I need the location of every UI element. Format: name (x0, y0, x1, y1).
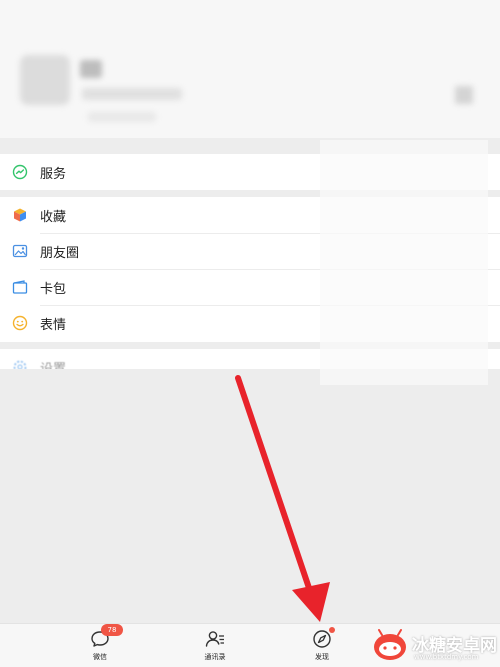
menu-item-label: 朋友圈 (40, 245, 80, 261)
menu-item-label: 表情 (40, 317, 67, 333)
unread-badge: 78 (101, 624, 123, 636)
tab-discover[interactable]: 发现 (292, 627, 352, 666)
card-wallet-icon (11, 278, 29, 296)
avatar[interactable] (20, 55, 70, 105)
tab-chats[interactable]: 78 微信 (70, 624, 130, 666)
menu-item-label: 卡包 (40, 281, 67, 297)
profile-status-blurred (88, 112, 156, 122)
overlay-panel (320, 140, 488, 385)
tab-label: 通讯录 (204, 653, 226, 661)
chat-bubble-icon: 78 (89, 624, 123, 650)
emoji-smile-icon (11, 314, 29, 332)
watermark-url: www.btxtdmy.com (414, 653, 479, 661)
watermark-logo-icon (374, 629, 406, 660)
tab-label: 发现 (315, 653, 329, 661)
favorites-cube-icon (11, 206, 29, 224)
profile-name-blurred (80, 60, 102, 78)
watermark: 冰糖安卓网 www.btxtdmy.com (370, 628, 500, 666)
contacts-icon (204, 628, 226, 650)
tab-label: 微信 (93, 653, 107, 661)
settings-gear-icon (11, 358, 29, 369)
new-dot (329, 627, 335, 633)
tab-contacts[interactable]: 通讯录 (185, 628, 245, 666)
profile-id-blurred (82, 88, 182, 100)
menu-item-label: 收藏 (40, 209, 67, 225)
me-screen: 服务 收藏 朋友圈 卡包 表情 设置 78 微信 通讯录 发现 冰糖安卓网 ww… (0, 0, 500, 667)
profile-header[interactable] (0, 0, 500, 138)
service-icon (11, 163, 29, 181)
moments-photo-icon (11, 242, 29, 260)
qr-code-icon[interactable] (455, 86, 473, 104)
menu-item-label: 服务 (40, 166, 67, 182)
compass-icon (311, 627, 335, 650)
menu-item-label: 设置 (40, 361, 67, 370)
profile-blur-layer (0, 0, 500, 138)
